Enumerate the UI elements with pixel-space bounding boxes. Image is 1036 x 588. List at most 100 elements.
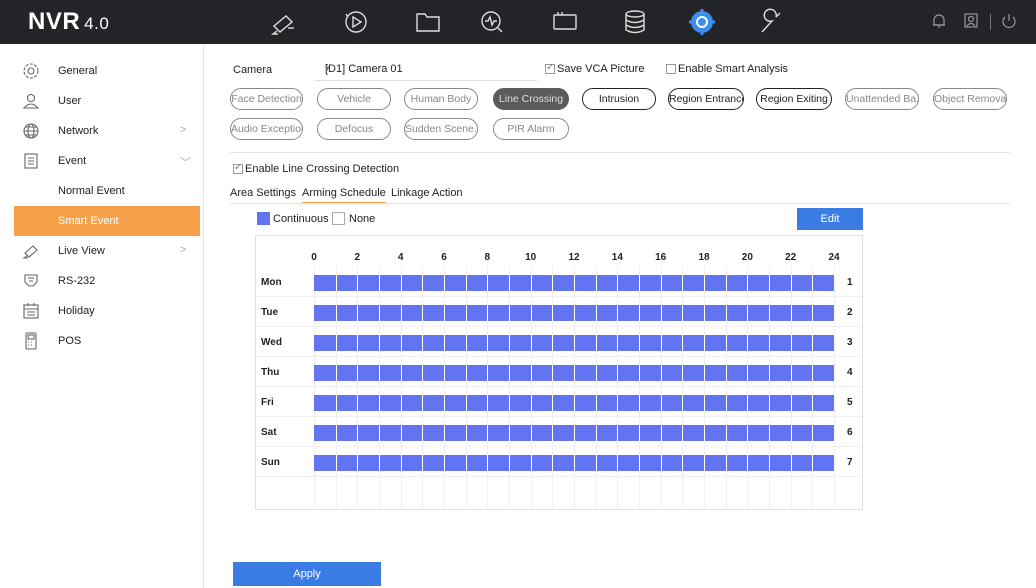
hour-label: 6	[441, 252, 447, 263]
schedule-bar[interactable]	[314, 365, 834, 381]
gear-icon	[22, 62, 40, 80]
grid-line	[834, 266, 835, 510]
pos-icon	[22, 332, 40, 350]
pill-audio-exception[interactable]: Audio Exception	[230, 118, 303, 140]
grid-line	[595, 266, 597, 510]
sidebar: General User Network > Event ﹀ Normal Ev…	[0, 44, 204, 588]
continuous-swatch[interactable]	[257, 212, 270, 225]
maintenance-icon[interactable]	[756, 8, 786, 36]
folder-icon[interactable]	[413, 8, 443, 36]
bell-icon[interactable]	[930, 12, 948, 30]
pill-unattended-baggage[interactable]: Unattended Ba...	[845, 88, 919, 110]
settings-icon[interactable]	[687, 8, 717, 36]
sidebar-item-rs232[interactable]: RS-232	[0, 266, 200, 296]
sidebar-item-label: Smart Event	[58, 215, 119, 227]
day-copy-number[interactable]: 2	[847, 307, 853, 318]
day-copy-number[interactable]: 7	[847, 457, 853, 468]
pill-pir-alarm[interactable]: PIR Alarm	[493, 118, 569, 140]
schedule-bar[interactable]	[314, 275, 834, 291]
day-label: Thu	[261, 367, 280, 378]
sidebar-item-smart-event[interactable]: Smart Event	[14, 206, 200, 236]
save-vca-checkbox[interactable]: Save VCA Picture	[545, 62, 655, 77]
chevron-right-icon: >	[180, 124, 187, 136]
enable-line-crossing-checkbox[interactable]: Enable Line Crossing Detection	[233, 162, 433, 177]
sidebar-item-label: Network	[58, 125, 99, 137]
pill-sudden-scene-change[interactable]: Sudden Scene...	[404, 118, 478, 140]
schedule-bar[interactable]	[314, 305, 834, 321]
playback-icon[interactable]	[341, 8, 371, 36]
pill-defocus[interactable]: Defocus	[317, 118, 391, 140]
pill-region-entrance[interactable]: Region Entrance	[668, 88, 744, 110]
grid-line	[704, 266, 705, 510]
schedule-bar[interactable]	[314, 335, 834, 351]
pill-region-exiting[interactable]: Region Exiting	[756, 88, 832, 110]
hour-label: 20	[741, 252, 753, 263]
hour-label: 22	[785, 252, 797, 263]
tab-area-settings[interactable]: Area Settings	[230, 187, 296, 199]
schedule-bar[interactable]	[314, 395, 834, 411]
sidebar-item-network[interactable]: Network >	[0, 116, 200, 146]
chevron-down-icon: ﹀	[180, 157, 191, 169]
event-doc-icon	[22, 152, 40, 170]
top-bar: NVR 4.0	[0, 0, 1036, 44]
calendar-icon	[22, 302, 40, 320]
apply-button[interactable]: Apply	[233, 562, 381, 586]
pill-face-detection[interactable]: Face Detection	[230, 88, 303, 110]
tab-linkage-action[interactable]: Linkage Action	[391, 187, 463, 199]
storage-icon[interactable]	[550, 8, 580, 36]
day-copy-number[interactable]: 4	[847, 367, 853, 378]
hour-label: 2	[354, 252, 361, 263]
none-swatch[interactable]	[332, 212, 345, 225]
sidebar-item-event[interactable]: Event ﹀	[0, 146, 200, 176]
grid-line	[790, 266, 792, 510]
divider	[990, 14, 991, 30]
sidebar-item-general[interactable]: General	[0, 56, 200, 86]
sidebar-item-label: RS-232	[58, 275, 96, 287]
grid-line	[379, 266, 380, 510]
day-copy-number[interactable]: 5	[847, 397, 853, 408]
sidebar-item-user[interactable]: User	[0, 86, 200, 116]
schedule-bar[interactable]	[314, 425, 834, 441]
sidebar-item-holiday[interactable]: Holiday	[0, 296, 200, 326]
pill-object-removal[interactable]: Object Removal	[933, 88, 1007, 110]
divider	[230, 152, 1010, 153]
day-copy-number[interactable]: 6	[847, 427, 853, 438]
grid-line	[256, 356, 862, 357]
hour-label: 0	[311, 252, 317, 263]
database-icon[interactable]	[620, 8, 650, 36]
schedule-bar[interactable]	[314, 455, 834, 471]
grid-line	[256, 476, 862, 477]
grid-line	[256, 446, 862, 447]
tab-arming-schedule[interactable]: Arming Schedule	[302, 187, 386, 204]
sidebar-item-pos[interactable]: POS	[0, 326, 200, 356]
pill-vehicle[interactable]: Vehicle	[317, 88, 391, 110]
sidebar-item-live-view[interactable]: Live View >	[0, 236, 200, 266]
schedule-grid[interactable]: 0 2 4 6 8 10 12 14 16 18 20 22 24 Mon 1 Tue 2 Wed 3 Thu 4 Fri…	[255, 235, 863, 510]
search-icon[interactable]	[477, 8, 507, 36]
smart-analysis-checkbox[interactable]: Enable Smart Analysis	[666, 63, 796, 77]
grid-line	[422, 266, 424, 510]
grid-line	[357, 266, 359, 510]
grid-line	[725, 266, 727, 510]
grid-line	[530, 266, 532, 510]
user-icon[interactable]	[962, 12, 980, 30]
hour-label: 14	[611, 252, 623, 263]
sidebar-item-normal-event[interactable]: Normal Event	[0, 176, 200, 206]
camera-icon[interactable]	[268, 8, 298, 36]
sidebar-item-label: Event	[58, 155, 87, 167]
day-copy-number[interactable]: 1	[847, 277, 853, 288]
pill-intrusion[interactable]: Intrusion	[582, 88, 656, 110]
grid-line	[639, 266, 640, 510]
edit-button[interactable]: Edit	[797, 208, 863, 230]
chevron-down-icon: ▾	[325, 63, 330, 73]
grid-line	[487, 266, 489, 510]
pill-human-body[interactable]: Human Body	[404, 88, 478, 110]
grid-line	[812, 266, 814, 510]
pill-line-crossing[interactable]: Line Crossing	[493, 88, 569, 110]
hour-label: 24	[828, 252, 840, 263]
sidebar-item-label: User	[58, 95, 82, 107]
power-icon[interactable]	[1000, 12, 1018, 30]
grid-line	[465, 266, 467, 510]
day-copy-number[interactable]: 3	[847, 337, 853, 348]
camera-select[interactable]: [D1] Camera 01 ▾	[315, 57, 537, 81]
